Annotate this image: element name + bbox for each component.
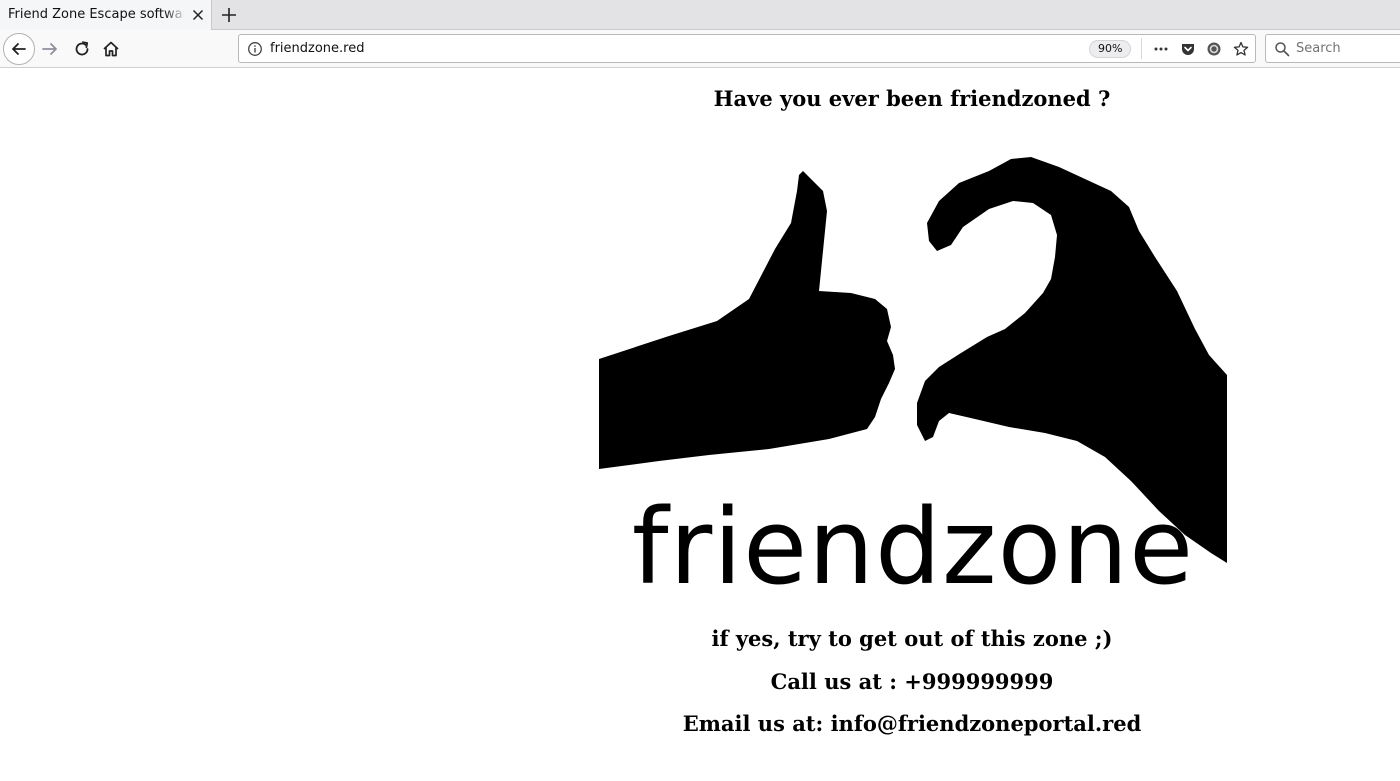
pocket-icon[interactable] [1180,41,1196,57]
tab-strip: Friend Zone Escape software [0,0,1400,30]
call-text: Call us at : +999999999 [770,669,1054,694]
reload-icon[interactable] [72,39,92,59]
url-bar[interactable]: friendzone.red 90% [238,34,1256,63]
nav-toolbar: friendzone.red 90% Search [0,30,1400,68]
friendzone-hero-image: friendzone [599,131,1227,609]
url-bar-divider [1141,38,1142,59]
page-content: Have you ever been friendzoned ? friendz… [0,69,1400,781]
search-input[interactable]: Search [1296,41,1341,57]
email-text: Email us at: info@friendzoneportal.red [682,711,1142,736]
page-heading: Have you ever been friendzoned ? [713,86,1111,111]
search-bar[interactable]: Search [1265,34,1400,63]
page-actions-icon[interactable] [1153,41,1169,57]
site-info-icon[interactable] [247,41,263,57]
back-button[interactable] [3,33,35,65]
url-text[interactable]: friendzone.red [270,41,364,57]
browser-tab[interactable]: Friend Zone Escape software [0,0,212,30]
close-tab-icon[interactable] [190,7,206,23]
forward-arrow-icon[interactable] [40,39,60,59]
bookmark-star-icon[interactable] [1233,41,1249,57]
zoom-level-badge[interactable]: 90% [1089,40,1132,58]
new-tab-icon[interactable] [219,5,239,25]
tab-title: Friend Zone Escape software [8,7,184,22]
back-arrow-icon [12,43,26,55]
home-icon[interactable] [101,39,121,59]
search-icon [1275,42,1290,57]
tab-title-fade [164,4,186,26]
hero-logo-text: friendzone [632,486,1194,608]
container-icon[interactable] [1206,41,1222,57]
tagline-text: if yes, try to get out of this zone ;) [711,626,1113,651]
